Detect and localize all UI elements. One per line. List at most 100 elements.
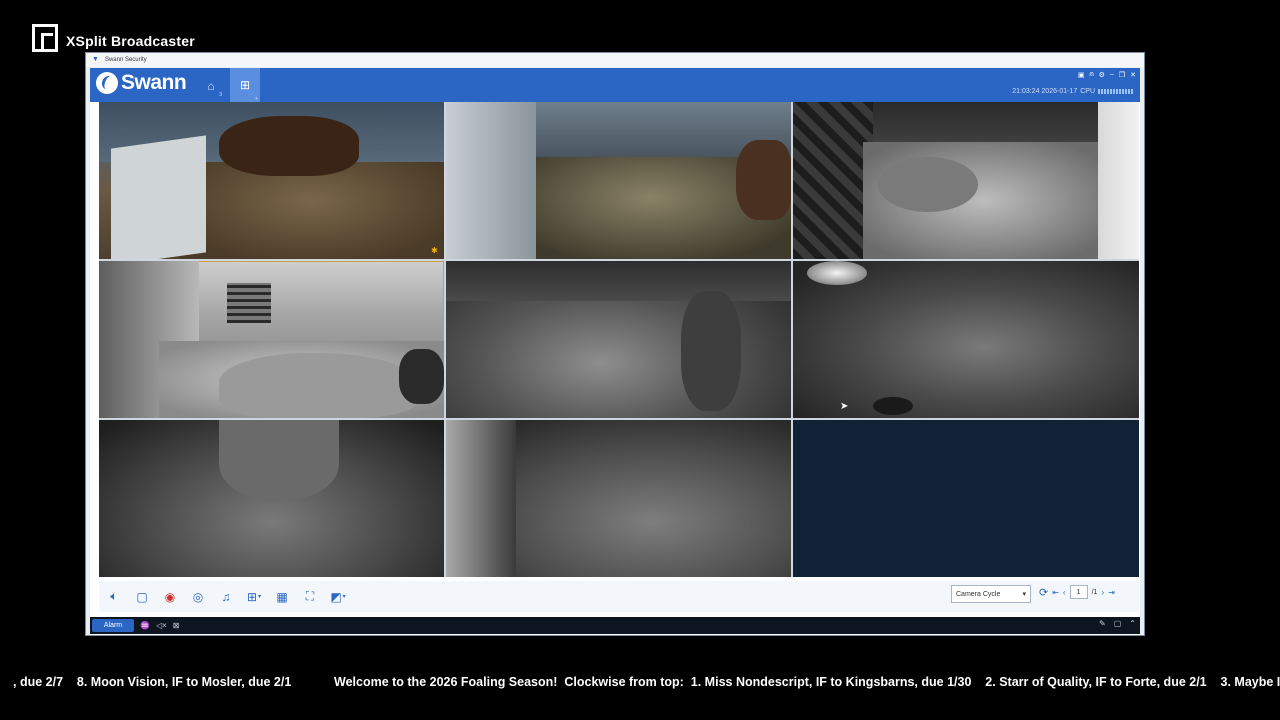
status-bar: Alarm ♒ ◁× ⊠ ✎ ▢ ⌃ <box>90 617 1140 634</box>
bottom-toolbar: 🔈︎ ▢ ◉ ◎ ♫ ⊞ ▾ ▦ ⛶ ◩ ▾ Camera Cycle ▾ ⟳ ⇤ … <box>99 581 1139 612</box>
stall-wall <box>446 420 516 577</box>
straw-floor <box>179 162 444 259</box>
camera-cycle-value: Camera Cycle <box>956 590 1001 598</box>
restore-icon[interactable]: ❐ <box>1119 71 1125 79</box>
window-app-icon: ▼ <box>92 56 99 63</box>
chevron-down-icon: ▾ <box>1022 591 1026 598</box>
fullscreen-icon: ⛶ <box>305 589 315 603</box>
camera-cycle-select[interactable]: Camera Cycle ▾ <box>951 585 1031 603</box>
user-icon[interactable]: ⍝ <box>1089 71 1093 79</box>
restore-icon[interactable]: ▢ <box>1114 619 1122 628</box>
ticker-text-main: Welcome to the 2026 Foaling Season! Cloc… <box>334 675 1280 689</box>
app-header: Swann ⌂ 3 ⊞ + ▣ ⍝ ⚙ – ❐ ✕ 21:03:24 2026-… <box>90 68 1140 102</box>
home-icon: ⌂ <box>207 79 215 93</box>
stall-wall <box>1098 102 1139 259</box>
camera-tile-3[interactable] <box>793 102 1139 259</box>
swann-swirl-icon <box>96 72 118 94</box>
monitor-icon[interactable]: ▣ <box>1078 71 1085 79</box>
record-pin-icon: ◉ <box>164 589 176 604</box>
swann-window: ▼ Swann Security Swann ⌂ 3 ⊞ + ▣ ⍝ ⚙ – ❐ <box>85 52 1145 636</box>
mute-alarm-icon[interactable]: ◁× <box>156 621 167 630</box>
next-page-icon[interactable]: › <box>1101 588 1104 597</box>
xsplit-logo-icon <box>32 24 58 52</box>
pager: ⟳ ⇤ ‹ 1 /1 › ⇥ <box>1039 585 1115 599</box>
sequence-icon: ▦ <box>276 589 288 604</box>
ticker-text-tail: , due 2/7 8. Moon Vision, IF to Mosler, … <box>13 675 292 689</box>
home-nav-button[interactable]: ⌂ 3 <box>198 74 224 98</box>
horse <box>219 353 419 418</box>
fullscreen-button[interactable]: ⛶ <box>299 586 321 608</box>
close-icon[interactable]: ✕ <box>1130 71 1136 79</box>
pin-icon: ◎ <box>192 589 204 604</box>
first-page-icon[interactable]: ⇤ <box>1052 588 1059 597</box>
camera-tile-2[interactable] <box>446 102 791 259</box>
status-bar-controls: ✎ ▢ ⌃ <box>1099 619 1136 628</box>
alarm-button[interactable]: ♫ <box>215 586 237 608</box>
horse <box>219 116 359 176</box>
camera-tile-5[interactable] <box>446 261 791 418</box>
swann-logo: Swann <box>96 71 187 95</box>
alarm-tab-button[interactable]: Alarm <box>92 619 134 632</box>
grid-layout-icon: ⊞ <box>246 589 258 604</box>
camera-tile-1[interactable]: ✱ <box>99 102 444 259</box>
chevron-up-icon[interactable]: ⌃ <box>1129 619 1136 628</box>
horse <box>681 291 741 411</box>
camera-tile-7[interactable] <box>99 420 444 577</box>
location-button[interactable]: ◎ <box>187 586 209 608</box>
live-view-nav-button[interactable]: ⊞ + <box>230 68 260 102</box>
app-frame: Swann ⌂ 3 ⊞ + ▣ ⍝ ⚙ – ❐ ✕ 21:03:24 2026-… <box>90 68 1140 635</box>
pin-icon[interactable]: ✎ <box>1099 619 1106 628</box>
bell-icon: ♫ <box>221 589 231 604</box>
chevron-down-icon: ▾ <box>342 594 346 600</box>
settings-icon[interactable]: ⚙ <box>1099 71 1105 79</box>
white-gate <box>111 135 206 259</box>
header-controls: ▣ ⍝ ⚙ – ❐ ✕ <box>1078 71 1136 79</box>
camera-tile-6[interactable]: ➤ <box>793 261 1139 418</box>
page-total: /1 <box>1091 588 1098 596</box>
horse <box>736 140 791 220</box>
alarm-bell-icon[interactable]: ♒ <box>140 621 150 630</box>
ceiling-light <box>807 261 867 285</box>
image-adjust-icon: ◩ <box>330 589 342 604</box>
cpu-meter <box>1098 89 1134 94</box>
clear-alarm-icon[interactable]: ⊠ <box>173 621 180 630</box>
news-ticker: , due 2/7 8. Moon Vision, IF to Mosler, … <box>0 675 1280 695</box>
camera-tile-8[interactable] <box>446 420 791 577</box>
stop-button[interactable]: ▢ <box>131 586 153 608</box>
stall-wall <box>446 102 536 259</box>
record-button[interactable]: ◉ <box>159 586 181 608</box>
sequence-button[interactable]: ▦ <box>271 586 293 608</box>
image-settings-button[interactable]: ◩ ▾ <box>327 586 349 608</box>
window-titlebar: ▼ Swann Security <box>86 53 1144 67</box>
stall-door <box>793 102 873 259</box>
horse <box>878 157 978 212</box>
swann-logo-text: Swann <box>121 71 187 94</box>
camera-grid: ✱ ➤ <box>99 102 1139 577</box>
page-input[interactable]: 1 <box>1069 585 1088 599</box>
chevron-down-icon: ▾ <box>258 594 262 600</box>
home-badge: 3 <box>219 92 222 98</box>
window-grate <box>227 283 271 323</box>
camera-status-icon: ✱ <box>431 246 438 255</box>
mute-button[interactable]: 🔈︎ <box>103 586 125 608</box>
cpu-label: CPU <box>1080 88 1095 95</box>
camera-tile-empty[interactable] <box>793 420 1139 577</box>
mouse-cursor-icon: ➤ <box>840 401 849 412</box>
header-status: 21:03:24 2026-01-17 CPU <box>1012 88 1134 95</box>
xsplit-app-name: XSplit Broadcaster <box>66 33 195 49</box>
camera-tile-4[interactable] <box>99 261 444 418</box>
layout-button[interactable]: ⊞ ▾ <box>243 586 265 608</box>
horse-head <box>399 349 444 404</box>
prev-page-icon[interactable]: ‹ <box>1063 588 1066 597</box>
last-page-icon[interactable]: ⇥ <box>1108 588 1115 597</box>
stall-wall <box>446 261 791 301</box>
square-icon: ▢ <box>136 589 148 604</box>
horse <box>219 420 339 500</box>
speaker-mute-icon: 🔈︎ <box>110 589 118 603</box>
grid-view-icon: ⊞ <box>239 78 251 92</box>
refresh-icon[interactable]: ⟳ <box>1039 586 1048 599</box>
xsplit-overlay: XSplit Broadcaster <box>32 24 195 52</box>
minimize-icon[interactable]: – <box>1110 71 1114 79</box>
datetime-readout: 21:03:24 2026-01-17 <box>1012 88 1078 95</box>
feed-bucket <box>873 397 913 415</box>
